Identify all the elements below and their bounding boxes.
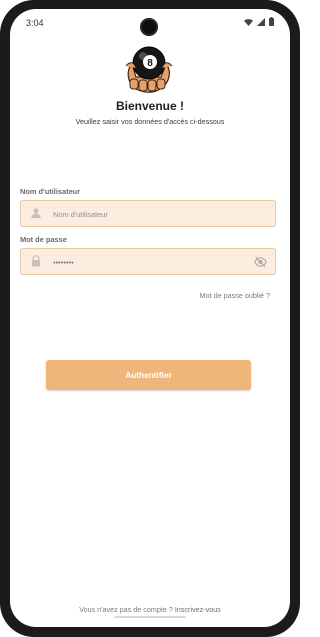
status-bar: 3:04 xyxy=(10,9,290,36)
username-label: Nom d'utilisateur xyxy=(20,187,81,196)
phone-frame: 3:04 8 Bienvenue ! Veuillez saisir vos d… xyxy=(0,0,300,637)
lock-icon xyxy=(32,255,40,267)
signal-icon xyxy=(257,17,265,26)
front-camera xyxy=(140,18,158,36)
password-label: Mot de passe xyxy=(20,235,67,244)
svg-text:8: 8 xyxy=(147,58,153,69)
signup-prompt: Vous n'avez pas de compte ? Inscrivez-vo… xyxy=(10,605,290,614)
signup-prompt-text: Vous n'avez pas de compte ? xyxy=(79,605,173,614)
eye-off-icon[interactable] xyxy=(254,256,267,268)
username-input[interactable] xyxy=(51,201,245,228)
forgot-password-link[interactable]: Mot de passe oublié ? xyxy=(200,291,270,300)
authenticate-button[interactable]: Authentifier xyxy=(46,360,251,390)
status-icons xyxy=(244,17,274,26)
wifi-icon xyxy=(244,18,253,26)
app-screen: 3:04 8 Bienvenue ! Veuillez saisir vos d… xyxy=(10,9,290,627)
page-subtitle: Veuillez saisir vos données d'accès ci-d… xyxy=(75,117,225,126)
home-indicator[interactable] xyxy=(114,616,186,618)
username-field[interactable] xyxy=(20,200,276,228)
user-icon xyxy=(31,208,41,218)
page-title: Bienvenue ! xyxy=(115,99,184,113)
battery-icon xyxy=(269,17,274,26)
status-time: 3:04 xyxy=(26,18,44,28)
eight-ball-logo-icon: 8 xyxy=(125,46,173,93)
signup-link[interactable]: Inscrivez-vous xyxy=(175,605,221,614)
password-field[interactable] xyxy=(20,248,276,276)
password-input[interactable] xyxy=(51,249,245,276)
